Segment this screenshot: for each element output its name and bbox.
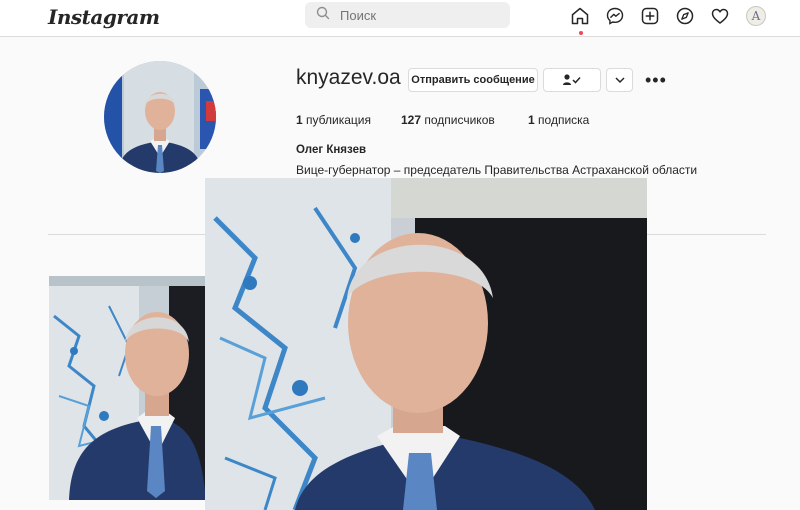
search-box[interactable] [305,2,510,28]
following-stat[interactable]: 1 подписка [528,113,589,127]
home-nav[interactable] [569,5,591,35]
messenger-nav[interactable] [604,5,626,27]
profile-bio: Вице-губернатор – председатель Правитель… [296,163,698,177]
following-count: 1 [528,113,535,127]
search-input[interactable] [338,6,492,24]
search-icon [316,6,334,25]
explore-nav[interactable] [674,5,696,27]
new-post-nav[interactable] [639,5,661,27]
profile-photo [104,61,216,173]
post-photo-enlarged [205,178,647,510]
post-photo [49,276,206,500]
person-check-icon [563,74,581,85]
enlarged-photo [205,178,647,510]
profile-full-name: Олег Князев [296,144,367,156]
suggestions-dropdown-button[interactable] [606,68,633,92]
active-indicator-dot [579,31,583,35]
home-icon [571,7,589,25]
top-navigation-bar: Instagram A [0,0,800,37]
more-options-button[interactable]: ••• [645,70,667,91]
followers-label: подписчиков [424,113,495,127]
followers-count: 127 [401,113,422,127]
profile-avatar-icon: A [746,6,766,26]
following-label: подписка [538,113,590,127]
profile-nav[interactable]: A [745,5,767,27]
following-button[interactable] [543,68,601,92]
followers-stat[interactable]: 127 подписчиков [401,113,495,127]
posts-label: публикация [306,113,371,127]
send-message-button[interactable]: Отправить сообщение [408,68,538,92]
chevron-down-icon [614,77,625,84]
posts-count: 1 [296,113,303,127]
explore-icon [676,7,694,25]
messenger-icon [606,7,624,25]
profile-avatar-letter: A [751,9,761,23]
posts-stat[interactable]: 1 публикация [296,113,371,127]
profile-avatar[interactable] [104,61,216,173]
new-post-icon [641,7,659,25]
instagram-logo[interactable]: Instagram [48,5,160,29]
profile-username: knyazev.oa [296,66,401,89]
activity-heart-icon [711,8,729,24]
post-thumbnail[interactable] [49,276,206,500]
activity-nav[interactable] [709,5,731,27]
